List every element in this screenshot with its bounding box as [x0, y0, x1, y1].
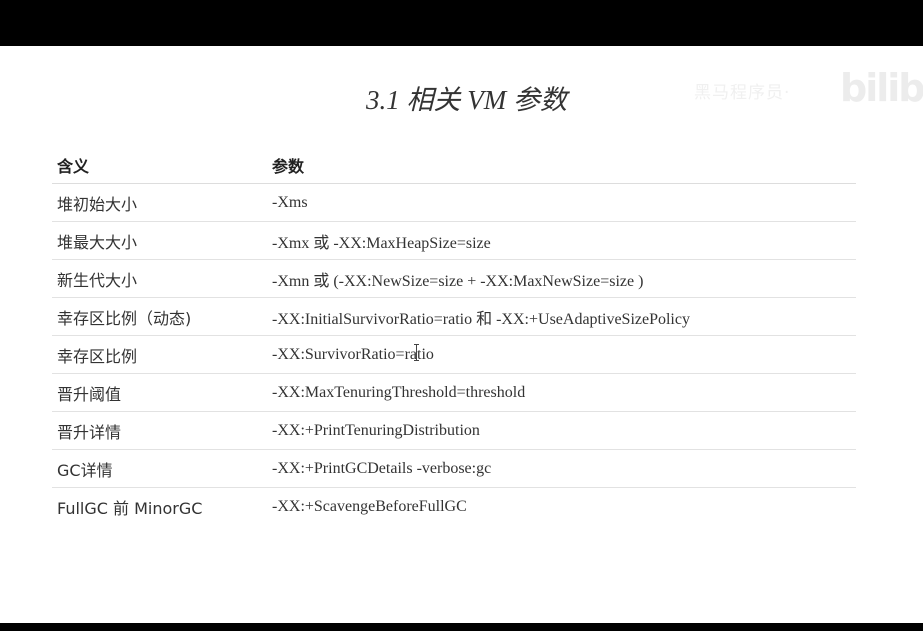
row-param: -XX:InitialSurvivorRatio=ratio 和 -XX:+Us… — [267, 297, 856, 336]
table-row: 堆最大大小 -Xmx 或 -XX:MaxHeapSize=size — [52, 221, 856, 260]
row-meaning: 晋升详情 — [52, 411, 267, 450]
table-row: 幸存区比例 -XX:SurvivorRatio=ratio — [52, 335, 856, 374]
table-row: 幸存区比例（动态) -XX:InitialSurvivorRatio=ratio… — [52, 297, 856, 336]
table-row: 晋升阈值 -XX:MaxTenuringThreshold=threshold — [52, 373, 856, 412]
header-param: 参数 — [267, 146, 856, 184]
row-meaning: 堆初始大小 — [52, 183, 267, 222]
row-param: -XX:+PrintGCDetails -verbose:gc — [267, 449, 856, 488]
row-param: -XX:+PrintTenuringDistribution — [267, 411, 856, 450]
text-cursor-icon — [414, 344, 419, 361]
row-param: -Xmn 或 (-XX:NewSize=size + -XX:MaxNewSiz… — [267, 259, 856, 298]
row-meaning: 幸存区比例 — [52, 335, 267, 374]
header-meaning: 含义 — [52, 146, 267, 184]
row-meaning: 幸存区比例（动态) — [52, 297, 267, 336]
table-row: 新生代大小 -Xmn 或 (-XX:NewSize=size + -XX:Max… — [52, 259, 856, 298]
table-header-row: 含义 参数 — [52, 146, 856, 184]
table-row: 晋升详情 -XX:+PrintTenuringDistribution — [52, 411, 856, 450]
row-param: -XX:SurvivorRatio=ratio — [267, 335, 856, 374]
page-title: 3.1 相关 VM 参数 — [366, 85, 567, 115]
row-meaning: 堆最大大小 — [52, 221, 267, 260]
row-param: -Xmx 或 -XX:MaxHeapSize=size — [267, 221, 856, 260]
row-param: -XX:+ScavengeBeforeFullGC — [272, 497, 467, 515]
row-param: -Xms — [267, 183, 856, 222]
row-meaning: FullGC 前 MinorGC — [57, 498, 203, 518]
letterbox-top — [0, 0, 923, 46]
row-meaning: GC详情 — [52, 449, 267, 488]
letterbox-bottom — [0, 623, 923, 631]
row-param: -XX:MaxTenuringThreshold=threshold — [267, 373, 856, 412]
vm-params-table: 含义 参数 堆初始大小 -Xms 堆最大大小 -Xmx 或 -XX:MaxHea… — [52, 146, 856, 525]
row-meaning: 新生代大小 — [52, 259, 267, 298]
table-row: GC详情 -XX:+PrintGCDetails -verbose:gc — [52, 449, 856, 488]
table-row: FullGC 前 MinorGC -XX:+ScavengeBeforeFull… — [52, 488, 856, 526]
row-meaning: 晋升阈值 — [52, 373, 267, 412]
table-row: 堆初始大小 -Xms — [52, 183, 856, 222]
